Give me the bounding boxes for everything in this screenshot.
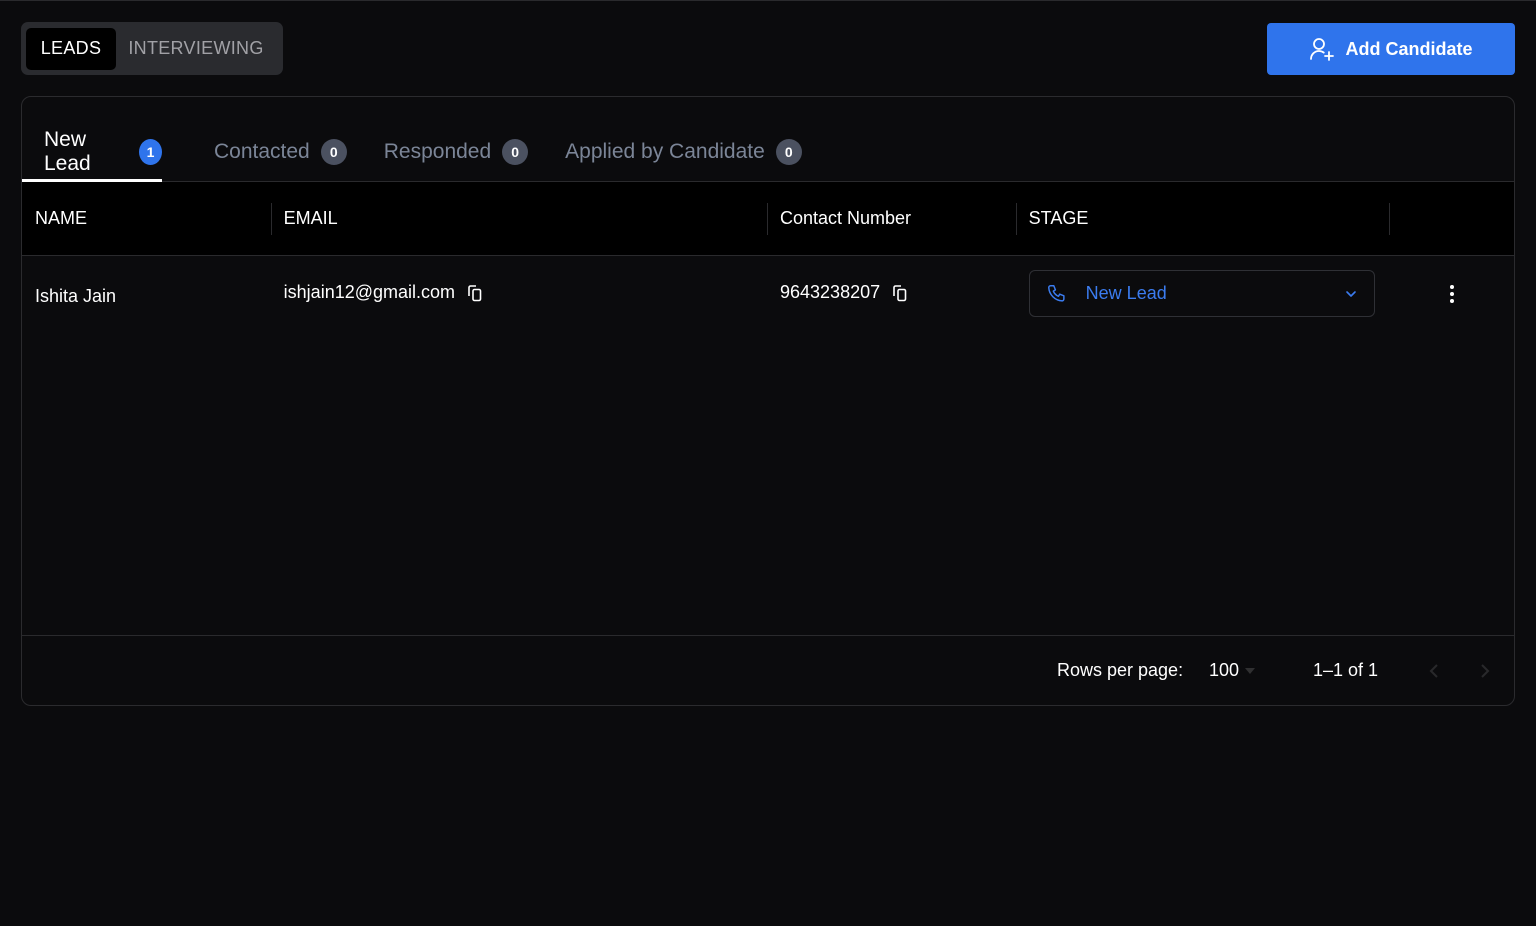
column-divider[interactable] bbox=[1015, 203, 1017, 235]
count-badge: 0 bbox=[775, 139, 802, 165]
count-badge: 0 bbox=[320, 139, 347, 165]
column-header-actions bbox=[1389, 182, 1514, 255]
tab-label: Responded bbox=[383, 140, 492, 163]
add-candidate-label: Add Candidate bbox=[1345, 38, 1473, 59]
column-label: STAGE bbox=[1028, 208, 1089, 228]
cell-actions bbox=[1389, 256, 1514, 331]
mode-toggle: LEADS INTERVIEWING bbox=[21, 22, 283, 75]
column-divider[interactable] bbox=[1389, 203, 1391, 235]
mode-leads-button[interactable]: LEADS bbox=[26, 27, 116, 70]
tab-contacted[interactable]: Contacted 0 bbox=[214, 123, 347, 181]
column-divider[interactable] bbox=[270, 203, 272, 235]
user-plus-icon bbox=[1310, 38, 1335, 61]
count-badge: 0 bbox=[502, 139, 529, 165]
rows-per-page-label: Rows per page: bbox=[1057, 660, 1184, 680]
cell-name: Ishita Jain bbox=[35, 286, 117, 306]
pagination-range: 1–1 of 1 bbox=[1313, 660, 1379, 680]
column-header-name[interactable]: NAME bbox=[22, 182, 271, 255]
column-header-email[interactable]: EMAIL bbox=[270, 182, 767, 255]
stage-select-value: New Lead bbox=[1085, 283, 1167, 303]
tab-responded[interactable]: Responded 0 bbox=[383, 123, 529, 181]
cell-stage: New Lead bbox=[1016, 256, 1390, 331]
tab-label: New Lead bbox=[44, 128, 91, 175]
tab-label: Contacted bbox=[214, 140, 310, 163]
chevron-down-icon bbox=[1345, 290, 1356, 297]
column-header-stage[interactable]: STAGE bbox=[1015, 182, 1390, 255]
email-text: ishjain12@gmail.com bbox=[283, 282, 456, 302]
column-divider[interactable] bbox=[767, 203, 768, 235]
mode-interviewing-button[interactable]: INTERVIEWING bbox=[116, 28, 276, 70]
copy-icon[interactable] bbox=[465, 283, 485, 303]
pagination-footer: Rows per page: 100 1–1 of 1 bbox=[22, 635, 1514, 705]
more-options-icon[interactable] bbox=[1450, 284, 1455, 303]
cell-contact-number: 9643238207 bbox=[767, 256, 1016, 331]
rows-per-page-value: 100 bbox=[1209, 660, 1240, 680]
column-label: EMAIL bbox=[283, 208, 338, 228]
count-badge: 1 bbox=[138, 139, 162, 165]
tab-new-lead[interactable]: New Lead 1 bbox=[22, 123, 162, 182]
stage-tabs: New Lead 1 Contacted 0 Responded 0 Appli… bbox=[22, 97, 1514, 182]
column-header-contact-number[interactable]: Contact Number bbox=[767, 182, 1016, 255]
leads-card: New Lead 1 Contacted 0 Responded 0 Appli… bbox=[21, 96, 1515, 706]
cell-email: ishjain12@gmail.com bbox=[271, 256, 767, 331]
add-candidate-button[interactable]: Add Candidate bbox=[1267, 23, 1515, 75]
contact-number-text: 9643238207 bbox=[780, 282, 881, 302]
rows-per-page-select[interactable]: 100 bbox=[1209, 660, 1256, 681]
chevron-right-icon[interactable] bbox=[1474, 661, 1494, 681]
copy-icon[interactable] bbox=[890, 283, 910, 303]
table-header: NAME EMAIL Contact Number STAGE bbox=[22, 182, 1514, 256]
table-row[interactable]: Ishita Jain ishjain12@gmail.com 96432382… bbox=[22, 256, 1514, 331]
phone-icon bbox=[1047, 284, 1065, 302]
chevron-left-icon[interactable] bbox=[1425, 661, 1445, 681]
tab-label: Applied by Candidate bbox=[565, 140, 765, 163]
stage-select[interactable]: New Lead bbox=[1028, 270, 1375, 317]
column-label: NAME bbox=[35, 208, 88, 228]
caret-down-icon bbox=[1245, 667, 1256, 674]
tab-applied-by-candidate[interactable]: Applied by Candidate 0 bbox=[565, 123, 802, 181]
column-label: Contact Number bbox=[780, 208, 912, 228]
